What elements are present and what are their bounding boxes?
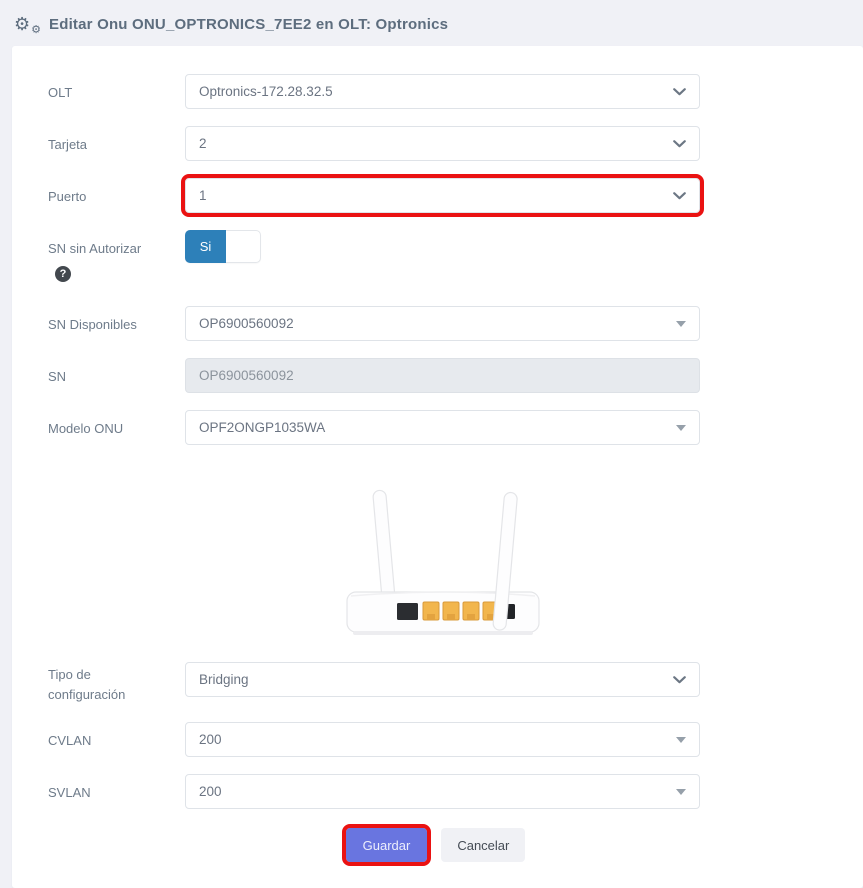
svlan-select-value: 200 xyxy=(199,784,222,799)
chevron-down-icon xyxy=(673,88,686,96)
form-row-cvlan: CVLAN 200 xyxy=(48,722,863,757)
puerto-label: Puerto xyxy=(48,187,171,207)
form-row-modelo-onu: Modelo ONU OPF2ONGP1035WA xyxy=(48,410,863,445)
form-row-svlan: SVLAN 200 xyxy=(48,774,863,809)
tipo-configuracion-select-value: Bridging xyxy=(199,672,249,687)
tarjeta-label: Tarjeta xyxy=(48,135,171,155)
puerto-select-value: 1 xyxy=(199,188,207,203)
chevron-down-icon xyxy=(673,192,686,200)
puerto-select[interactable]: 1 xyxy=(185,178,700,213)
onu-product-image xyxy=(327,476,559,638)
form-row-onu-image xyxy=(48,462,863,648)
modelo-onu-label: Modelo ONU xyxy=(48,419,171,439)
tarjeta-select[interactable]: 2 xyxy=(185,126,700,161)
form-row-tarjeta: Tarjeta 2 xyxy=(48,126,863,161)
form-row-sn-sin-autorizar: SN sin Autorizar ? Si xyxy=(48,230,863,282)
sn-disponibles-label: SN Disponibles xyxy=(48,315,171,335)
page-header: ⚙ ⚙ Editar Onu ONU_OPTRONICS_7EE2 en OLT… xyxy=(0,0,863,46)
svlan-select[interactable]: 200 xyxy=(185,774,700,809)
caret-down-icon xyxy=(676,321,686,327)
chevron-down-icon xyxy=(673,140,686,148)
caret-down-icon xyxy=(676,737,686,743)
modelo-onu-select[interactable]: OPF2ONGP1035WA xyxy=(185,410,700,445)
form-row-puerto: Puerto 1 xyxy=(48,178,863,213)
caret-down-icon xyxy=(676,425,686,431)
save-button[interactable]: Guardar xyxy=(346,828,428,862)
form-row-sn-disponibles: SN Disponibles OP6900560092 xyxy=(48,306,863,341)
cvlan-select-value: 200 xyxy=(199,732,222,747)
page-title: Editar Onu ONU_OPTRONICS_7EE2 en OLT: Op… xyxy=(49,16,448,33)
form-row-olt: OLT Optronics-172.28.32.5 xyxy=(48,74,863,109)
cvlan-select[interactable]: 200 xyxy=(185,722,700,757)
olt-label: OLT xyxy=(48,83,171,103)
toggle-on-label: Si xyxy=(185,230,226,263)
modelo-onu-select-value: OPF2ONGP1035WA xyxy=(199,420,325,435)
caret-down-icon xyxy=(676,789,686,795)
chevron-down-icon xyxy=(673,676,686,684)
olt-select[interactable]: Optronics-172.28.32.5 xyxy=(185,74,700,109)
sn-disponibles-select[interactable]: OP6900560092 xyxy=(185,306,700,341)
sn-sin-autorizar-toggle[interactable]: Si xyxy=(185,230,261,263)
edit-onu-card: OLT Optronics-172.28.32.5 Tarjeta 2 xyxy=(12,46,863,888)
gear-large-icon: ⚙ xyxy=(14,14,30,34)
cancel-button[interactable]: Cancelar xyxy=(441,828,525,862)
olt-select-value: Optronics-172.28.32.5 xyxy=(199,84,333,99)
tipo-configuracion-label: Tipo de configuración xyxy=(48,665,140,705)
tarjeta-select-value: 2 xyxy=(199,136,207,151)
tipo-configuracion-select[interactable]: Bridging xyxy=(185,662,700,697)
sn-disponibles-select-value: OP6900560092 xyxy=(199,316,294,331)
sn-sin-autorizar-label: SN sin Autorizar xyxy=(48,239,171,259)
cogs-icon: ⚙ ⚙ xyxy=(14,15,40,33)
sn-input xyxy=(185,358,700,393)
cvlan-label: CVLAN xyxy=(48,731,171,751)
form-actions: Guardar Cancelar xyxy=(48,828,863,862)
help-circle-icon[interactable]: ? xyxy=(55,266,71,282)
sn-label: SN xyxy=(48,367,171,387)
svlan-label: SVLAN xyxy=(48,783,171,803)
form-row-sn: SN xyxy=(48,358,863,393)
form-row-tipo-configuracion: Tipo de configuración Bridging xyxy=(48,662,863,705)
gear-small-icon: ⚙ xyxy=(31,25,41,36)
